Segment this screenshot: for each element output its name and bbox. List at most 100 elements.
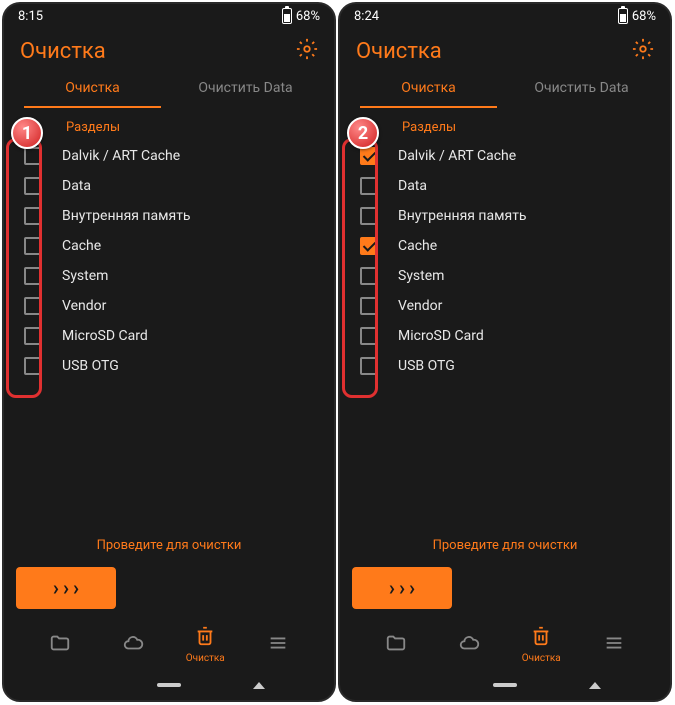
checkbox[interactable] — [24, 207, 42, 225]
trash-icon — [194, 625, 216, 651]
checkbox[interactable] — [24, 297, 42, 315]
checkbox[interactable] — [24, 237, 42, 255]
item-label: Cache — [62, 238, 101, 254]
bottom-nav: Очистка — [4, 617, 334, 668]
system-nav-bar — [4, 668, 334, 700]
list-item[interactable]: USB OTG — [16, 351, 322, 381]
list-item[interactable]: MicroSD Card — [352, 321, 658, 351]
status-time: 8:15 — [18, 9, 43, 24]
battery-icon — [282, 8, 292, 24]
page-title: Очистка — [356, 39, 442, 64]
phone-screen: 8:2468%ОчисткаОчисткаОчистить DataРаздел… — [338, 2, 672, 702]
sys-nav-recents[interactable] — [247, 678, 271, 692]
nav-menu[interactable] — [578, 632, 651, 658]
checkbox[interactable] — [360, 297, 378, 315]
checkbox[interactable] — [360, 147, 378, 165]
section-label: Разделы — [16, 112, 322, 141]
tab-clear-data[interactable]: Очистить Data — [169, 70, 322, 108]
checkbox[interactable] — [24, 327, 42, 345]
list-item[interactable]: Внутренняя память — [352, 201, 658, 231]
sys-nav-spacer — [403, 678, 427, 692]
battery-icon — [618, 8, 628, 24]
system-nav-bar — [340, 668, 670, 700]
menu-icon — [603, 632, 625, 658]
swipe-label: Проведите для очистки — [352, 530, 658, 567]
section-label: Разделы — [352, 112, 658, 141]
page-title: Очистка — [20, 39, 106, 64]
checkbox[interactable] — [360, 237, 378, 255]
sys-nav-home[interactable] — [493, 678, 517, 692]
settings-button[interactable] — [632, 38, 654, 64]
cloud-icon — [458, 632, 480, 658]
trash-icon — [530, 625, 552, 651]
item-label: Dalvik / ART Cache — [398, 148, 516, 164]
swipe-to-clean-button[interactable]: ››› — [16, 567, 116, 609]
checkbox[interactable] — [360, 327, 378, 345]
sys-nav-home[interactable] — [157, 678, 181, 692]
checkbox[interactable] — [24, 267, 42, 285]
list-item[interactable]: Vendor — [352, 291, 658, 321]
partition-list: Dalvik / ART Cache DataВнутренняя память C… — [352, 141, 658, 381]
menu-icon — [267, 632, 289, 658]
list-item[interactable]: Data — [352, 171, 658, 201]
list-item[interactable]: System — [16, 261, 322, 291]
nav-files[interactable] — [24, 632, 97, 658]
list-item[interactable]: USB OTG — [352, 351, 658, 381]
settings-button[interactable] — [296, 38, 318, 64]
chevron-right-icon: › — [53, 576, 59, 600]
item-label: MicroSD Card — [398, 328, 484, 344]
list-item[interactable]: Vendor — [16, 291, 322, 321]
item-label: Vendor — [62, 298, 106, 314]
chevron-right-icon: › — [389, 576, 395, 600]
list-item[interactable]: Dalvik / ART Cache — [352, 141, 658, 171]
item-label: Vendor — [398, 298, 442, 314]
item-label: System — [398, 268, 444, 284]
item-label: Cache — [398, 238, 437, 254]
swipe-to-clean-button[interactable]: ››› — [352, 567, 452, 609]
nav-clean[interactable]: Очистка — [505, 625, 578, 664]
sys-nav-spacer — [67, 678, 91, 692]
chevron-right-icon: › — [399, 576, 405, 600]
nav-menu[interactable] — [242, 632, 315, 658]
folder-icon — [385, 632, 407, 658]
list-item[interactable]: Cache — [16, 231, 322, 261]
nav-files[interactable] — [360, 632, 433, 658]
checkbox[interactable] — [24, 177, 42, 195]
tab-clean[interactable]: Очистка — [16, 70, 169, 108]
list-item[interactable]: Data — [16, 171, 322, 201]
header: Очистка — [4, 28, 334, 70]
content-area: Разделы Dalvik / ART Cache DataВнутренняя … — [340, 108, 670, 530]
checkbox[interactable] — [360, 357, 378, 375]
item-label: Data — [62, 178, 91, 194]
cloud-icon — [122, 632, 144, 658]
tab-clear-data[interactable]: Очистить Data — [505, 70, 658, 108]
tabs: ОчисткаОчистить Data — [4, 70, 334, 108]
checkbox[interactable] — [360, 207, 378, 225]
swipe-label: Проведите для очистки — [16, 530, 322, 567]
list-item[interactable]: System — [352, 261, 658, 291]
checkbox[interactable] — [360, 177, 378, 195]
checkbox[interactable] — [360, 267, 378, 285]
bottom-nav: Очистка — [340, 617, 670, 668]
item-label: Dalvik / ART Cache — [62, 148, 180, 164]
sys-nav-recents[interactable] — [583, 678, 607, 692]
tab-clean[interactable]: Очистка — [352, 70, 505, 108]
status-right: 68% — [282, 8, 320, 24]
status-bar: 8:24 68% — [340, 4, 670, 28]
nav-clean[interactable]: Очистка — [169, 625, 242, 664]
list-item[interactable]: Внутренняя память — [16, 201, 322, 231]
list-item[interactable]: Dalvik / ART Cache — [16, 141, 322, 171]
battery-pct: 68% — [632, 9, 656, 24]
phone-screen: 8:1568%ОчисткаОчисткаОчистить DataРаздел… — [2, 2, 336, 702]
checkbox[interactable] — [24, 357, 42, 375]
nav-cloud[interactable] — [433, 632, 506, 658]
list-item[interactable]: MicroSD Card — [16, 321, 322, 351]
status-time: 8:24 — [354, 9, 379, 24]
nav-clean-label: Очистка — [186, 653, 225, 664]
checkbox[interactable] — [24, 147, 42, 165]
item-label: USB OTG — [398, 358, 455, 374]
item-label: USB OTG — [62, 358, 119, 374]
battery-pct: 68% — [296, 9, 320, 24]
list-item[interactable]: Cache — [352, 231, 658, 261]
nav-cloud[interactable] — [97, 632, 170, 658]
